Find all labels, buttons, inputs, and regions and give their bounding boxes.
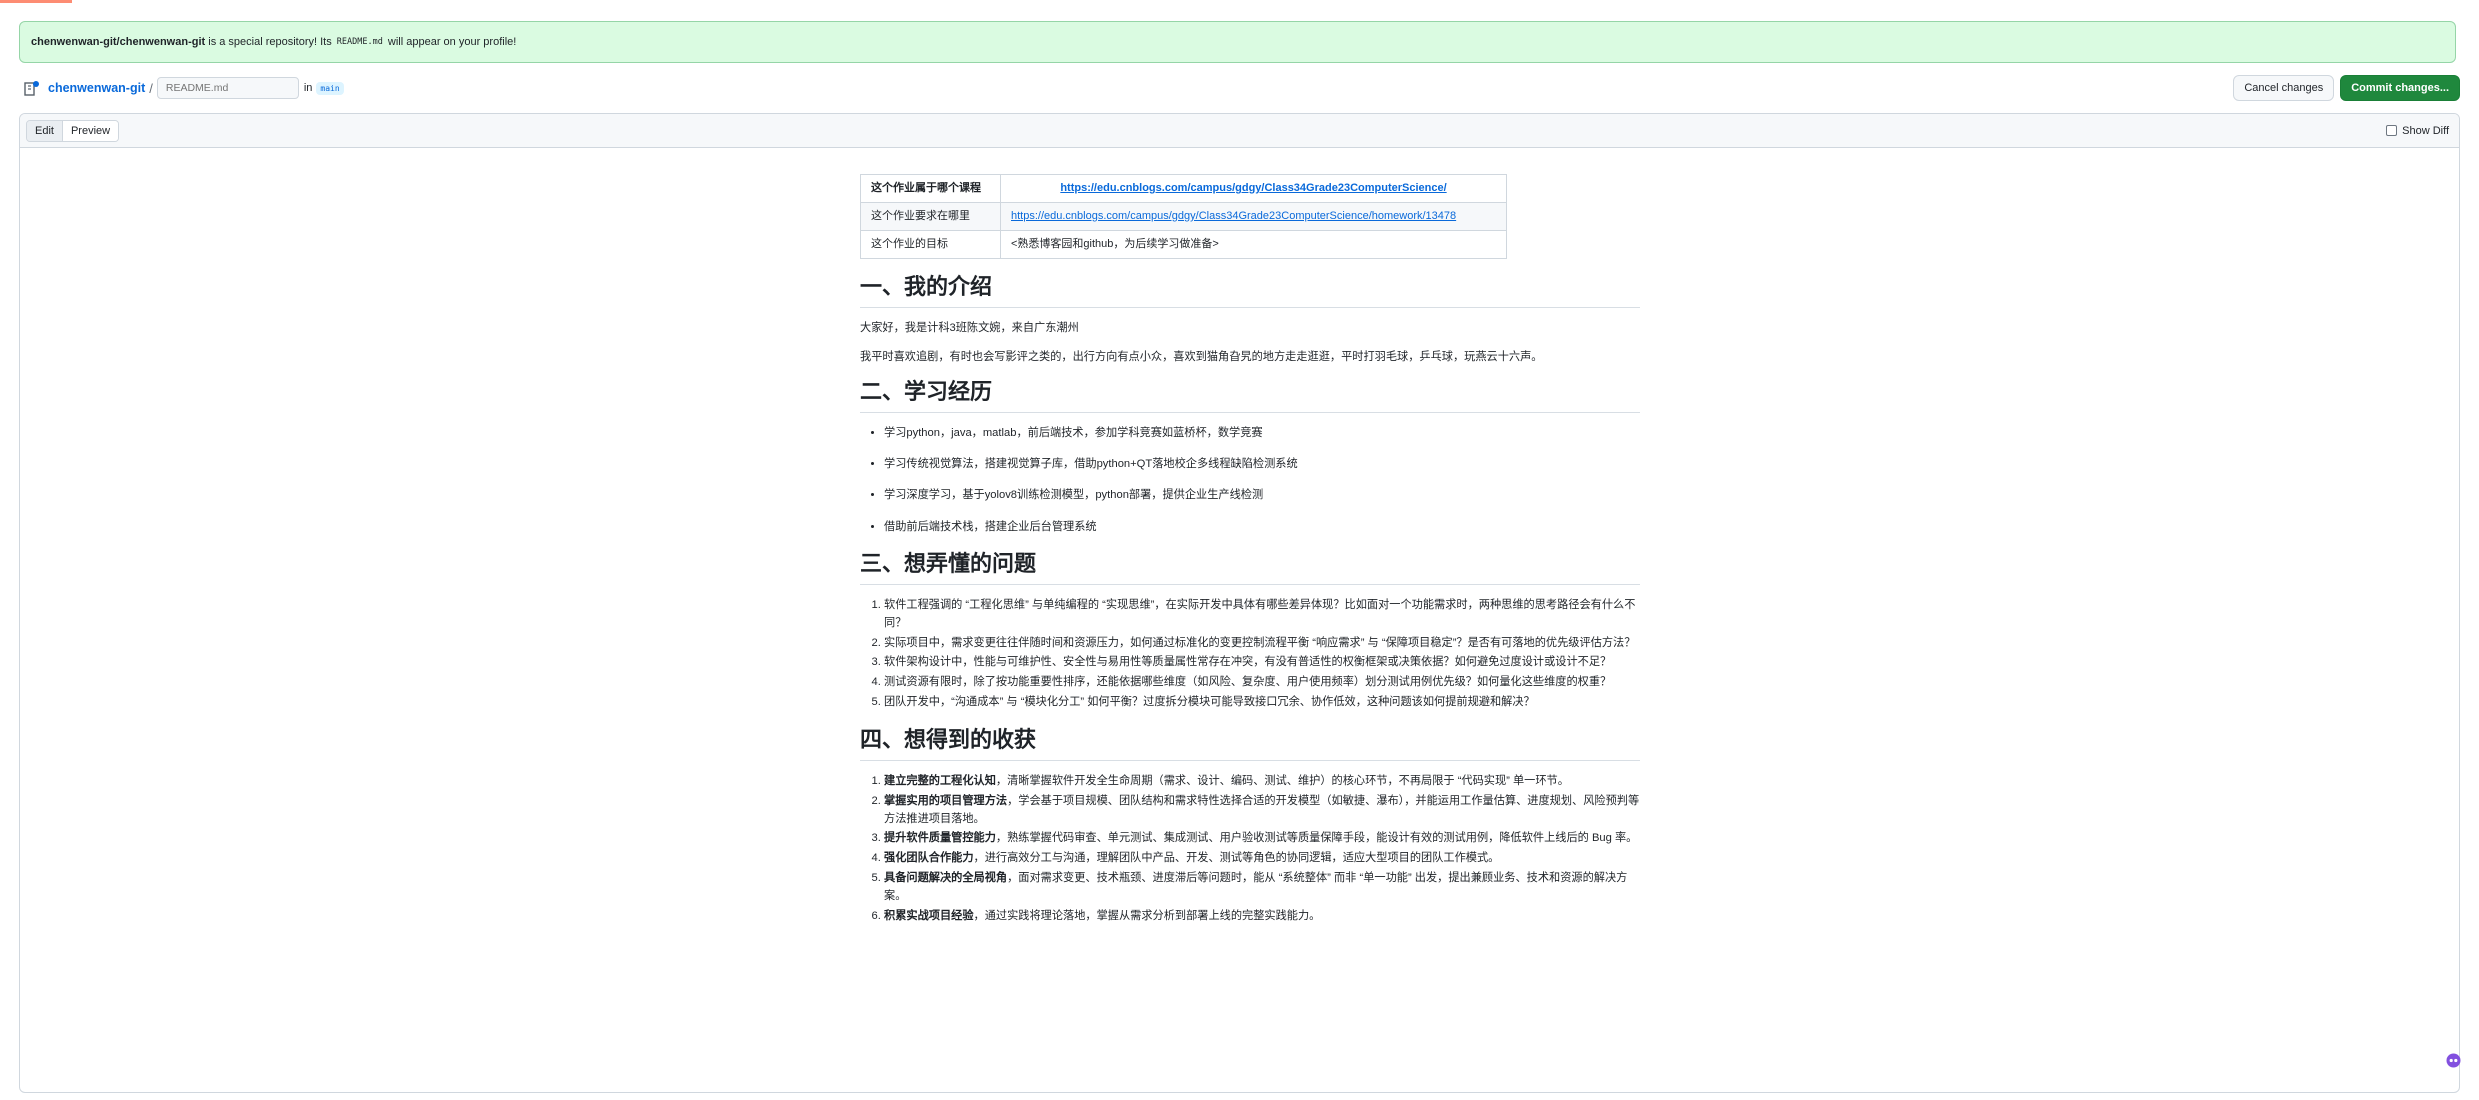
header-actions: Cancel changes Commit changes... <box>2233 75 2460 101</box>
list-item: 借助前后端技术栈，搭建企业后台管理系统 <box>884 519 1640 536</box>
list-item: 学习深度学习，基于yolov8训练检测模型，python部署，提供企业生产线检测 <box>884 487 1640 504</box>
table-cell-label: 这个作业属于哪个课程 <box>860 174 1001 203</box>
repo-icon <box>23 80 40 97</box>
gain-title: 掌握实用的项目管理方法 <box>884 794 1008 807</box>
gain-title: 建立完整的工程化认知 <box>884 774 996 787</box>
table-cell-value: https://edu.cnblogs.com/campus/gdgy/Clas… <box>1000 174 1507 203</box>
homework-link[interactable]: https://edu.cnblogs.com/campus/gdgy/Clas… <box>1011 210 1456 222</box>
table-row: 这个作业的目标 <熟悉博客园和github，为后续学习做准备> <box>860 230 1507 259</box>
list-item: 测试资源有限时，除了按功能重要性排序，还能依据哪些维度（如风险、复杂度、用户使用… <box>884 674 1640 692</box>
gain-text: ，清晰掌握软件开发全生命周期（需求、设计、编码、测试、维护）的核心环节，不再局限… <box>995 774 1569 787</box>
copilot-icon[interactable] <box>2446 1053 2461 1068</box>
banner-text-1: is a special repository! Its <box>205 36 335 48</box>
in-label: in <box>303 82 313 94</box>
show-diff-toggle[interactable]: Show Diff <box>2386 125 2453 137</box>
list-item: 软件架构设计中，性能与可维护性、安全性与易用性等质量属性常存在冲突，有没有普适性… <box>884 654 1640 672</box>
repo-owner-link[interactable]: chenwenwan-git <box>48 81 145 95</box>
special-repo-banner: chenwenwan-git/chenwenwan-git is a speci… <box>19 21 2456 63</box>
list-item: 积累实战项目经验，通过实践将理论落地，掌握从需求分析到部署上线的完整实践能力。 <box>884 908 1640 926</box>
list-item: 具备问题解决的全局视角，面对需求变更、技术瓶颈、进度滞后等问题时，能从 “系统整… <box>884 870 1640 906</box>
tab-preview[interactable]: Preview <box>61 120 119 141</box>
section-heading: 三、想弄懂的问题 <box>860 550 1640 585</box>
tab-edit[interactable]: Edit <box>27 120 62 141</box>
section-heading: 一、我的介绍 <box>860 273 1640 308</box>
list-item: 建立完整的工程化认知，清晰掌握软件开发全生命周期（需求、设计、编码、测试、维护）… <box>884 773 1640 791</box>
path-separator: / <box>149 80 153 96</box>
gain-text: ，进行高效分工与沟通，理解团队中产品、开发、测试等角色的协同逻辑，适应大型项目的… <box>973 852 1500 865</box>
table-cell-value: <熟悉博客园和github，为后续学习做准备> <box>1000 230 1507 259</box>
banner-text-2: will appear on your profile! <box>384 36 517 48</box>
edit-preview-toggle: Edit Preview <box>26 119 120 142</box>
branch-badge: main <box>316 81 344 95</box>
editor-panel: Edit Preview Show Diff 这个作业属于哪个课程 https:… <box>19 113 2460 1093</box>
homework-info-table: 这个作业属于哪个课程 https://edu.cnblogs.com/campu… <box>860 174 1507 259</box>
section-heading: 二、学习经历 <box>860 378 1640 413</box>
gain-title: 提升软件质量管控能力 <box>884 832 996 845</box>
table-row: 这个作业要求在哪里 https://edu.cnblogs.com/campus… <box>860 202 1507 231</box>
list-item: 实际项目中，需求变更往往伴随时间和资源压力，如何通过标准化的变更控制流程平衡 “… <box>884 635 1640 653</box>
paragraph: 大家好，我是计科3班陈文婉，来自广东潮州 <box>860 321 1079 334</box>
gain-title: 强化团队合作能力 <box>884 852 974 865</box>
list-item: 强化团队合作能力，进行高效分工与沟通，理解团队中产品、开发、测试等角色的协同逻辑… <box>884 850 1640 868</box>
table-row: 这个作业属于哪个课程 https://edu.cnblogs.com/campu… <box>860 174 1507 203</box>
gain-title: 具备问题解决的全局视角 <box>884 872 1008 885</box>
filename-input[interactable] <box>156 77 299 99</box>
cancel-changes-button[interactable]: Cancel changes <box>2233 75 2335 101</box>
section-heading: 四、想得到的收获 <box>860 726 1640 761</box>
list-item: 团队开发中，“沟通成本” 与 “模块化分工” 如何平衡？过度拆分模块可能导致接口… <box>884 694 1640 712</box>
file-edit-header: chenwenwan-git / in main Cancel changes … <box>19 73 2460 103</box>
editor-toolbar: Edit Preview Show Diff <box>20 114 2459 148</box>
course-link[interactable]: https://edu.cnblogs.com/campus/gdgy/Clas… <box>1060 182 1446 194</box>
list-item: 软件工程强调的 “工程化思维” 与单纯编程的 “实现思维”，在实际开发中具体有哪… <box>884 597 1640 633</box>
list-item: 学习传统视觉算法，搭建视觉算子库，借助python+QT落地校企多线程缺陷检测系… <box>884 456 1640 473</box>
gain-text: ，熟练掌握代码审查、单元测试、集成测试、用户验收测试等质量保障手段，能设计有效的… <box>995 832 1638 845</box>
paragraph: 我平时喜欢追剧，有时也会写影评之类的，出行方向有点小众，喜欢到猫角旮旯的地方走走… <box>860 350 1543 363</box>
markdown-preview: 这个作业属于哪个课程 https://edu.cnblogs.com/campu… <box>860 174 1640 940</box>
banner-repo-name: chenwenwan-git/chenwenwan-git <box>31 36 206 48</box>
gain-title: 积累实战项目经验 <box>884 910 974 923</box>
tab-underline-accent <box>0 0 72 3</box>
show-diff-checkbox[interactable] <box>2386 125 2398 136</box>
table-cell-value: https://edu.cnblogs.com/campus/gdgy/Clas… <box>1000 202 1507 231</box>
gains-list: 建立完整的工程化认知，清晰掌握软件开发全生命周期（需求、设计、编码、测试、维护）… <box>860 773 1640 926</box>
list-item: 掌握实用的项目管理方法，学会基于项目规模、团队结构和需求特性选择合适的开发模型（… <box>884 793 1640 829</box>
commit-changes-button[interactable]: Commit changes... <box>2340 75 2460 101</box>
questions-list: 软件工程强调的 “工程化思维” 与单纯编程的 “实现思维”，在实际开发中具体有哪… <box>860 597 1640 713</box>
banner-code: README.md <box>336 37 383 47</box>
show-diff-label: Show Diff <box>2402 124 2449 137</box>
gain-text: ，通过实践将理论落地，掌握从需求分析到部署上线的完整实践能力。 <box>973 910 1321 923</box>
table-cell-label: 这个作业要求在哪里 <box>860 202 1001 231</box>
table-cell-label: 这个作业的目标 <box>860 230 1001 259</box>
list-item: 提升软件质量管控能力，熟练掌握代码审查、单元测试、集成测试、用户验收测试等质量保… <box>884 830 1640 848</box>
list-item: 学习python，java，matlab，前后端技术，参加学科竞赛如蓝桥杯，数学… <box>884 425 1640 442</box>
experience-list: 学习python，java，matlab，前后端技术，参加学科竞赛如蓝桥杯，数学… <box>860 425 1640 536</box>
